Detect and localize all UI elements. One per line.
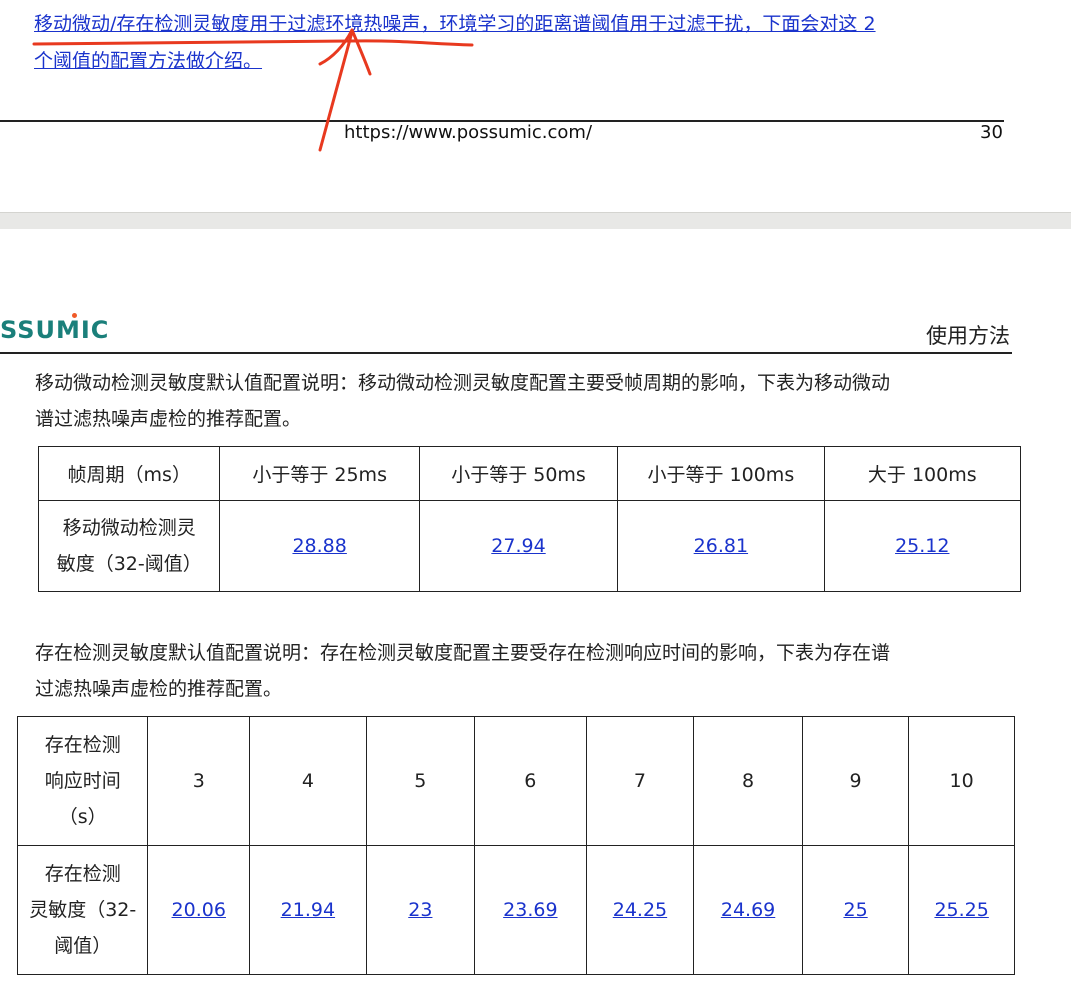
table-header-cell: 10 [908, 716, 1015, 846]
value-link[interactable]: 20.06 [172, 899, 226, 921]
table-row: 移动微动检测灵 敏度（32-阈值） 28.88 27.94 26.81 25.1… [37, 500, 1022, 592]
table-cell: 27.94 [418, 500, 619, 592]
previous-page: 移动微动/存在检测灵敏度用于过滤环境热噪声，环境学习的距离谱阈值用于过滤干扰，下… [0, 0, 1071, 212]
para2-line-1: 存在检测灵敏度默认值配置说明：存在检测灵敏度配置主要受存在检测响应时间的影响，下… [35, 642, 891, 664]
para1-line-1: 移动微动检测灵敏度默认值配置说明：移动微动检测灵敏度配置主要受帧周期的影响，下表… [35, 372, 891, 394]
value-link[interactable]: 24.25 [613, 899, 667, 921]
value-link[interactable]: 23.69 [503, 899, 557, 921]
row-label-line-1: 存在检测 [44, 863, 121, 885]
value-link[interactable]: 24.69 [721, 899, 775, 921]
page-separator [0, 212, 1071, 230]
value-link[interactable]: 25.25 [934, 899, 988, 921]
logo-dot-icon [72, 313, 77, 318]
footer-url: https://www.possumic.com/ [344, 122, 593, 143]
table-header-cell: 8 [693, 716, 803, 846]
table-header-cell: 5 [365, 716, 476, 846]
row-label-line-2: 灵敏度（32- [29, 899, 137, 921]
table-cell: 25.25 [908, 845, 1015, 975]
table-header-cell: 小于等于 50ms [418, 446, 619, 501]
link-line-1[interactable]: 移动微动/存在检测灵敏度用于过滤环境热噪声，环境学习的距离谱阈值用于过滤干扰，下… [34, 13, 876, 35]
table-cell: 28.88 [219, 500, 420, 592]
presence-sensitivity-table: 存在检测 响应时间 （s） 3 4 5 6 7 8 9 10 存在检测 灵敏度（… [16, 716, 1015, 975]
table-cell: 24.25 [585, 845, 695, 975]
table-cell: 20.06 [147, 845, 251, 975]
value-link[interactable]: 25.12 [895, 535, 949, 557]
value-link[interactable]: 26.81 [694, 535, 748, 557]
table-row: 存在检测 灵敏度（32- 阈值） 20.06 21.94 23 23.69 24… [16, 845, 1015, 975]
table-header-cell: 帧周期（ms） [37, 446, 221, 501]
table-cell: 26.81 [617, 500, 825, 592]
table-header-cell: 3 [147, 716, 251, 846]
value-link[interactable]: 27.94 [491, 535, 545, 557]
possumic-logo: SSUMIC [0, 316, 110, 344]
table-cell: 24.69 [693, 845, 803, 975]
table-header-cell: 小于等于 100ms [617, 446, 825, 501]
table-header-cell: 9 [801, 716, 910, 846]
header-label-line-2: 响应时间 [44, 770, 121, 792]
value-link[interactable]: 28.88 [292, 535, 346, 557]
para1-line-2: 谱过滤热噪声虚检的推荐配置。 [35, 408, 302, 430]
header-rule [0, 352, 1012, 354]
table-header-cell: 7 [585, 716, 695, 846]
table-header-cell: 小于等于 25ms [219, 446, 420, 501]
motion-sensitivity-description: 移动微动检测灵敏度默认值配置说明：移动微动检测灵敏度配置主要受帧周期的影响，下表… [35, 365, 1020, 437]
value-link[interactable]: 25 [843, 899, 867, 921]
table-row-label: 存在检测 灵敏度（32- 阈值） [16, 845, 149, 975]
row-label-line-3: 阈值） [54, 935, 112, 957]
motion-sensitivity-table: 帧周期（ms） 小于等于 25ms 小于等于 50ms 小于等于 100ms 大… [37, 446, 1022, 592]
para2-line-2: 过滤热噪声虚检的推荐配置。 [35, 678, 283, 700]
value-link[interactable]: 23 [408, 899, 432, 921]
table-cell: 21.94 [249, 845, 367, 975]
table-cell: 23.69 [474, 845, 587, 975]
table-header-cell: 6 [474, 716, 587, 846]
table-cell: 23 [365, 845, 476, 975]
row-label-line-1: 移动微动检测灵 [62, 517, 196, 539]
header-label-line-1: 存在检测 [44, 734, 121, 756]
value-link[interactable]: 21.94 [281, 899, 335, 921]
table-cell: 25 [801, 845, 910, 975]
table-header-cell: 4 [249, 716, 367, 846]
table-row-label: 移动微动检测灵 敏度（32-阈值） [37, 500, 221, 592]
section-title: 使用方法 [926, 324, 1010, 348]
presence-sensitivity-description: 存在检测灵敏度默认值配置说明：存在检测灵敏度配置主要受存在检测响应时间的影响，下… [35, 635, 1020, 707]
page-number: 30 [980, 122, 1003, 143]
table-row-label: 存在检测 响应时间 （s） [16, 716, 149, 846]
table-header-cell: 大于 100ms [823, 446, 1022, 501]
table-row: 存在检测 响应时间 （s） 3 4 5 6 7 8 9 10 [16, 716, 1015, 846]
link-line-2[interactable]: 个阈值的配置方法做介绍。 [34, 50, 262, 72]
table-row: 帧周期（ms） 小于等于 25ms 小于等于 50ms 小于等于 100ms 大… [37, 446, 1022, 501]
table-cell: 25.12 [823, 500, 1022, 592]
header-label-line-3: （s） [58, 806, 107, 828]
link-paragraph[interactable]: 移动微动/存在检测灵敏度用于过滤环境热噪声，环境学习的距离谱阈值用于过滤干扰，下… [34, 6, 1009, 80]
row-label-line-2: 敏度（32-阈值） [56, 553, 202, 575]
